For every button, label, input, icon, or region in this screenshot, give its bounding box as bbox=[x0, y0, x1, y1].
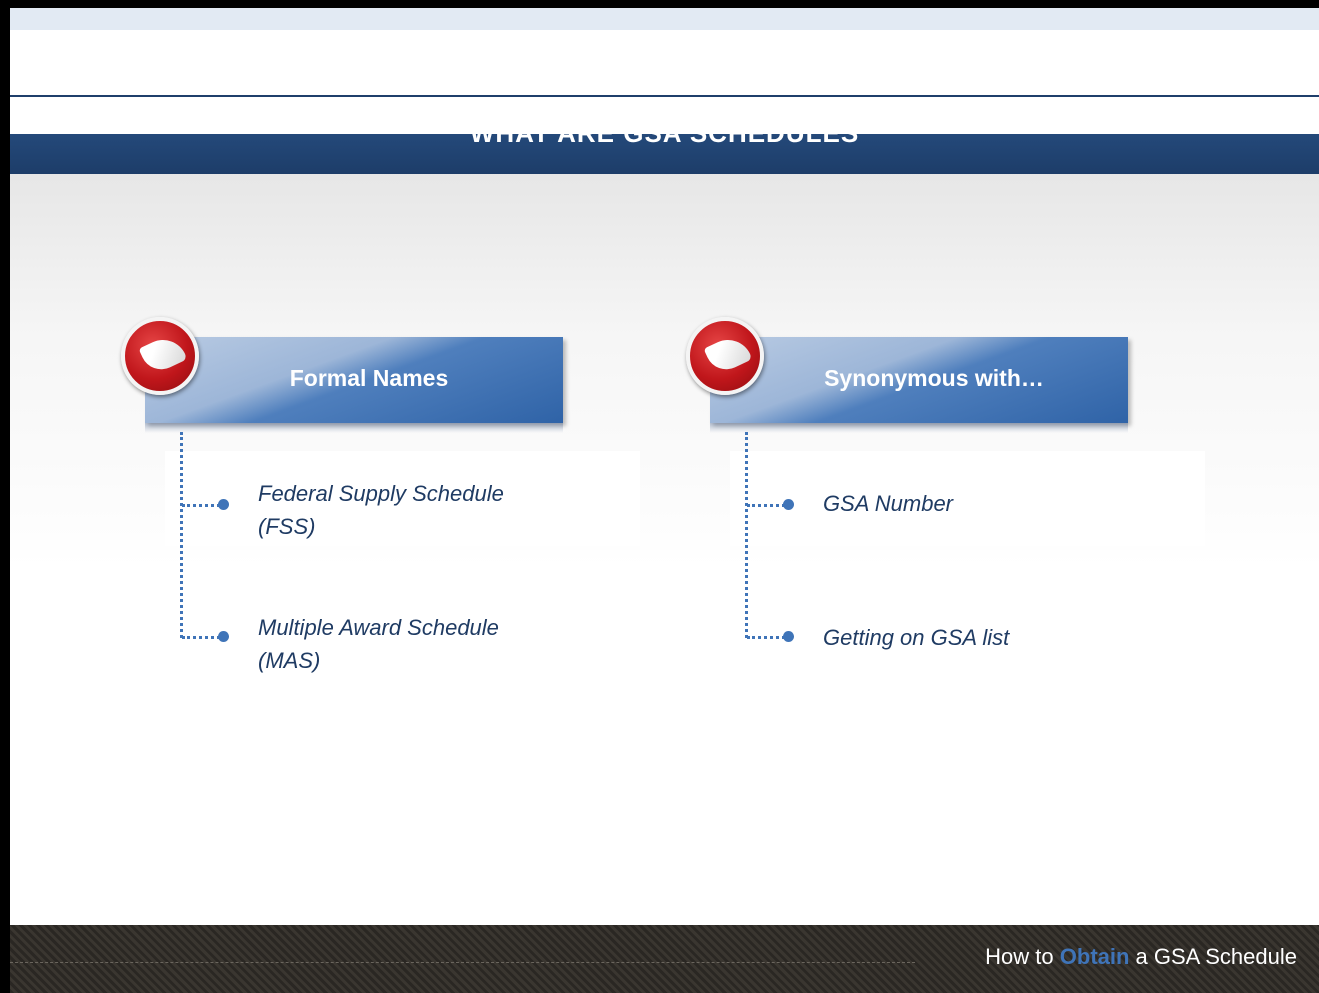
connector-line bbox=[745, 432, 748, 638]
connector-branch bbox=[182, 636, 220, 639]
bullet-dot bbox=[218, 631, 229, 642]
footer-accent: Obtain bbox=[1059, 944, 1130, 969]
header-band bbox=[10, 8, 1319, 30]
list-item: Multiple Award Schedule (MAS) bbox=[258, 615, 499, 673]
footer-caption: How to Obtain a GSA Schedule bbox=[985, 944, 1297, 970]
footer-divider bbox=[10, 962, 915, 963]
column-heading: Synonymous with… bbox=[824, 365, 1044, 391]
connector-branch bbox=[182, 504, 220, 507]
list-item: Getting on GSA list bbox=[823, 625, 1010, 650]
slide: WHAT ARE GSA SCHEDULES Formal Names Fede… bbox=[0, 0, 1319, 993]
title-overlap-mask bbox=[10, 97, 1319, 134]
check-badge-icon bbox=[121, 317, 199, 395]
footer-prefix: How to bbox=[985, 944, 1060, 969]
footer-suffix: a GSA Schedule bbox=[1129, 944, 1297, 969]
list-item: GSA Number bbox=[823, 491, 954, 516]
column-header-formal-names: Formal Names bbox=[145, 337, 563, 433]
bullet-dot bbox=[783, 631, 794, 642]
bullet-dot bbox=[783, 499, 794, 510]
bullet-dot bbox=[218, 499, 229, 510]
check-badge-icon bbox=[686, 317, 764, 395]
column-header-synonymous: Synonymous with… bbox=[710, 337, 1128, 433]
connector-line bbox=[180, 432, 183, 638]
connector-branch bbox=[747, 504, 785, 507]
column-heading: Formal Names bbox=[289, 365, 449, 391]
list-item: Federal Supply Schedule (FSS) bbox=[258, 481, 504, 539]
connector-branch bbox=[747, 636, 785, 639]
